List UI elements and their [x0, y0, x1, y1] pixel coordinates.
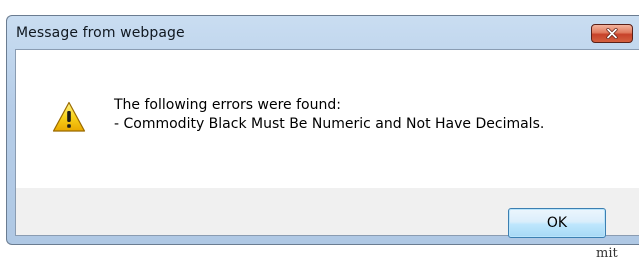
button-bar: OK: [16, 188, 639, 238]
message-area: The following errors were found: - Commo…: [16, 50, 639, 188]
ok-button[interactable]: OK: [508, 208, 606, 238]
dialog-title: Message from webpage: [16, 25, 185, 41]
message-dialog: Message from webpage The following error…: [6, 15, 639, 245]
page: Message from webpage The following error…: [0, 0, 639, 258]
background-partial-text: mit: [596, 247, 618, 258]
dialog-titlebar[interactable]: Message from webpage: [7, 16, 639, 50]
error-message: The following errors were found: - Commo…: [114, 96, 544, 134]
message-line-2: - Commodity Black Must Be Numeric and No…: [114, 116, 545, 132]
warning-icon: [52, 101, 86, 132]
close-button[interactable]: [591, 24, 633, 43]
message-line-1: The following errors were found:: [114, 97, 341, 113]
close-icon: [606, 28, 618, 39]
dialog-body: The following errors were found: - Commo…: [15, 49, 639, 238]
